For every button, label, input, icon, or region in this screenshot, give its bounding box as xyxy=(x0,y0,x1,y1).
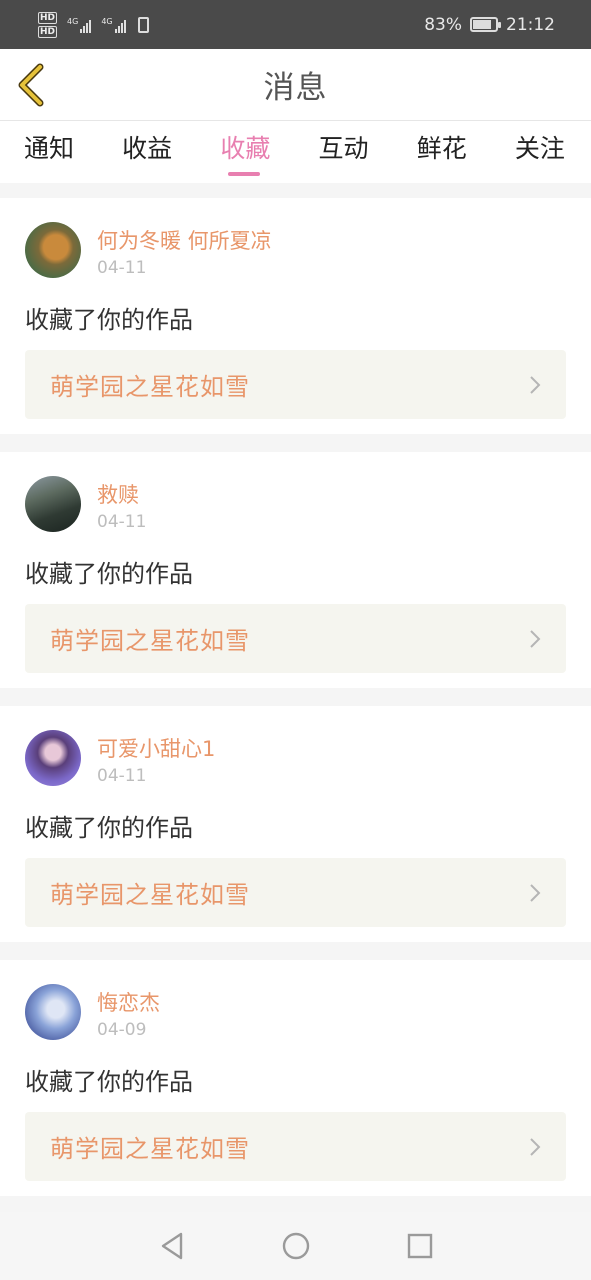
action-text: 收藏了你的作品 xyxy=(25,560,193,588)
username[interactable]: 悔恋杰 xyxy=(97,987,160,1017)
message-card: 悔恋杰 04-09 收藏了你的作品 萌学园之星花如雪 xyxy=(0,960,591,1196)
signal-bar xyxy=(80,28,83,33)
circle-home-icon xyxy=(282,1232,309,1260)
hd-indicators: HD HD xyxy=(38,11,58,38)
chevron-left-icon xyxy=(18,63,44,107)
tab-flowers[interactable]: 鲜花 xyxy=(393,121,491,183)
battery-icon xyxy=(470,17,501,32)
action-text: 收藏了你的作品 xyxy=(25,814,193,842)
message-list: 何为冬暖 何所夏凉 04-11 收藏了你的作品 萌学园之星花如雪 救赎 04-1… xyxy=(0,198,591,1214)
app-header: 消息 xyxy=(0,49,591,121)
nav-home-button[interactable] xyxy=(279,1229,313,1263)
clock: 21:12 xyxy=(506,14,555,35)
username[interactable]: 何为冬暖 何所夏凉 xyxy=(97,225,272,255)
page-title: 消息 xyxy=(263,70,328,106)
message-date: 04-11 xyxy=(97,766,147,786)
avatar[interactable] xyxy=(25,476,81,532)
work-title: 萌学园之星花如雪 xyxy=(50,881,250,909)
signal-bar xyxy=(86,22,89,33)
battery-fill xyxy=(473,20,492,29)
hd-badge: HD xyxy=(38,25,58,38)
message-date: 04-09 xyxy=(97,1020,147,1040)
signal-icon: 4G xyxy=(67,16,92,33)
tab-earnings[interactable]: 收益 xyxy=(98,121,196,183)
action-text: 收藏了你的作品 xyxy=(25,1068,193,1096)
back-button[interactable] xyxy=(14,63,54,107)
chevron-right-icon xyxy=(530,883,541,902)
work-title: 萌学园之星花如雪 xyxy=(50,373,250,401)
tab-interactions[interactable]: 互动 xyxy=(295,121,393,183)
work-title: 萌学园之星花如雪 xyxy=(50,1135,250,1163)
signal-bar xyxy=(123,19,126,33)
work-link[interactable]: 萌学园之星花如雪 xyxy=(25,604,566,673)
message-card: 何为冬暖 何所夏凉 04-11 收藏了你的作品 萌学园之星花如雪 xyxy=(0,198,591,434)
chevron-right-icon xyxy=(530,375,541,394)
network-type: 4G xyxy=(101,16,113,26)
signal-bar xyxy=(114,28,117,33)
message-date: 04-11 xyxy=(97,512,147,532)
signal-icon: 4G xyxy=(101,16,126,33)
signal-bar xyxy=(89,19,92,33)
battery-percent: 83% xyxy=(424,14,462,35)
avatar[interactable] xyxy=(25,984,81,1040)
avatar[interactable] xyxy=(25,730,81,786)
vibrate-icon xyxy=(137,16,149,33)
signal-bar xyxy=(117,25,120,33)
avatar[interactable] xyxy=(25,222,81,278)
work-link[interactable]: 萌学园之星花如雪 xyxy=(25,350,566,419)
message-date: 04-11 xyxy=(97,258,147,278)
triangle-back-icon xyxy=(161,1232,182,1260)
status-left: HD HD 4G 4G xyxy=(38,11,149,38)
tab-bar: 通知 收益 收藏 互动 鲜花 关注 xyxy=(0,121,591,183)
square-recents-icon xyxy=(407,1233,432,1259)
username[interactable]: 可爱小甜心1 xyxy=(97,733,215,763)
message-card: 可爱小甜心1 04-11 收藏了你的作品 萌学园之星花如雪 xyxy=(0,706,591,942)
signal-bar xyxy=(83,25,86,33)
system-nav-bar xyxy=(0,1212,591,1280)
work-link[interactable]: 萌学园之星花如雪 xyxy=(25,1112,566,1181)
nav-recents-button[interactable] xyxy=(403,1229,437,1263)
work-title: 萌学园之星花如雪 xyxy=(50,627,250,655)
tab-following[interactable]: 关注 xyxy=(491,121,589,183)
network-type: 4G xyxy=(67,16,79,26)
tab-notifications[interactable]: 通知 xyxy=(0,121,98,183)
hd-badge: HD xyxy=(38,11,58,24)
message-card: 救赎 04-11 收藏了你的作品 萌学园之星花如雪 xyxy=(0,452,591,688)
nav-back-button[interactable] xyxy=(155,1229,189,1263)
chevron-right-icon xyxy=(530,629,541,648)
status-right: 83% 21:12 xyxy=(424,15,555,35)
action-text: 收藏了你的作品 xyxy=(25,306,193,334)
status-bar: HD HD 4G 4G 83% 21:12 xyxy=(0,0,591,49)
signal-bar xyxy=(120,22,123,33)
work-link[interactable]: 萌学园之星花如雪 xyxy=(25,858,566,927)
username[interactable]: 救赎 xyxy=(97,479,139,509)
tab-favorites[interactable]: 收藏 xyxy=(196,121,294,183)
chevron-right-icon xyxy=(530,1137,541,1156)
